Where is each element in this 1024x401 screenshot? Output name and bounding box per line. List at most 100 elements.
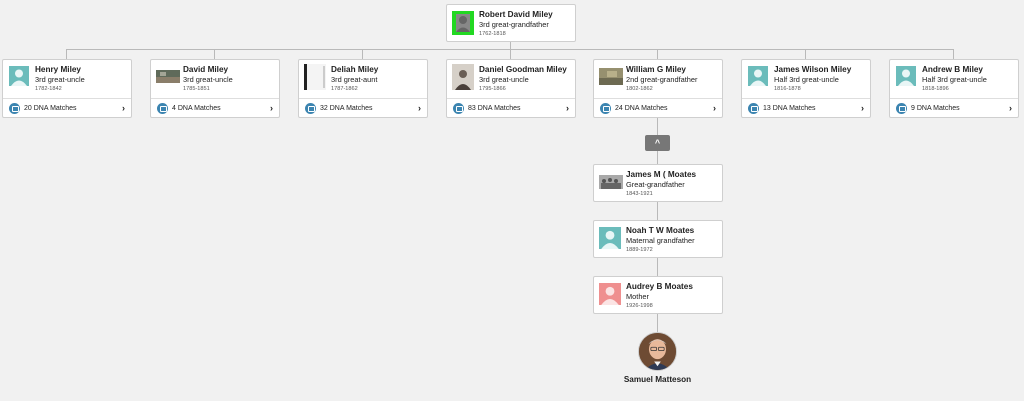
collapse-button[interactable]: ^	[645, 135, 670, 151]
person-photo	[304, 64, 326, 90]
person-card-header: Daniel Goodman Miley 3rd great-uncle 179…	[447, 60, 575, 98]
person-photo	[896, 66, 916, 86]
person-relation: Maternal grandfather	[626, 236, 695, 245]
dna-matches-button[interactable]: 83 DNA Matches ›	[447, 98, 575, 118]
dna-matches-button[interactable]: 13 DNA Matches ›	[742, 98, 870, 118]
person-years: 1926-1998	[626, 303, 653, 309]
person-years: 1816-1878	[774, 86, 801, 92]
chevron-up-icon: ^	[654, 138, 661, 148]
dna-matches-button[interactable]: 4 DNA Matches ›	[151, 98, 279, 118]
avatar-photo	[639, 333, 676, 370]
person-card-root[interactable]: Robert David Miley 3rd great-grandfather…	[446, 4, 576, 42]
person-name: Deliah Miley	[331, 65, 379, 74]
dna-matches-label: 20 DNA Matches	[24, 105, 77, 112]
person-card-header: James M ( Moates Great-grandfather 1843-…	[594, 165, 722, 203]
person-relation: 3rd great-uncle	[183, 75, 233, 84]
person-relation: Half 3rd great-uncle	[774, 75, 839, 84]
dna-matches-button[interactable]: 24 DNA Matches ›	[594, 98, 722, 118]
dna-matches-label: 13 DNA Matches	[763, 105, 816, 112]
person-years: 1785-1851	[183, 86, 210, 92]
person-relation: 2nd great-grandfather	[626, 75, 698, 84]
dna-icon	[9, 103, 20, 114]
person-card-deliah[interactable]: Deliah Miley 3rd great-aunt 1787-1862 32…	[298, 59, 428, 118]
person-card-andrew[interactable]: Andrew B Miley Half 3rd great-uncle 1818…	[889, 59, 1019, 118]
silhouette-icon	[456, 14, 470, 32]
dna-matches-button[interactable]: 20 DNA Matches ›	[3, 98, 131, 118]
person-years: 1762-1818	[479, 31, 506, 37]
person-years: 1795-1866	[479, 86, 506, 92]
person-name: David Miley	[183, 65, 229, 74]
landscape-photo-icon	[156, 70, 180, 83]
person-relation: 3rd great-grandfather	[479, 20, 549, 29]
chevron-right-icon: ›	[861, 103, 864, 113]
person-name: Robert David Miley	[479, 10, 553, 19]
person-card-noah[interactable]: Noah T W Moates Maternal grandfather 188…	[593, 220, 723, 258]
person-card-header: Deliah Miley 3rd great-aunt 1787-1862	[299, 60, 427, 98]
dna-matches-label: 9 DNA Matches	[911, 105, 960, 112]
dna-icon	[453, 103, 464, 114]
person-years: 1802-1862	[626, 86, 653, 92]
person-relation: Mother	[626, 292, 650, 301]
person-card-header: Noah T W Moates Maternal grandfather 188…	[594, 221, 722, 259]
person-name: Audrey B Moates	[626, 282, 693, 291]
person-card-daniel[interactable]: Daniel Goodman Miley 3rd great-uncle 179…	[446, 59, 576, 118]
person-card-audrey[interactable]: Audrey B Moates Mother 1926-1998	[593, 276, 723, 314]
person-card-james-m[interactable]: James M ( Moates Great-grandfather 1843-…	[593, 164, 723, 202]
portrait-photo-icon	[452, 64, 474, 90]
chevron-right-icon: ›	[713, 103, 716, 113]
person-relation: 3rd great-uncle	[35, 75, 85, 84]
tree-view: Robert David Miley 3rd great-grandfather…	[0, 0, 1024, 401]
person-photo	[452, 64, 474, 90]
landscape-photo-icon	[599, 68, 623, 85]
person-card-header: James Wilson Miley Half 3rd great-uncle …	[742, 60, 870, 98]
dna-icon	[748, 103, 759, 114]
person-years: 1889-1972	[626, 247, 653, 253]
silhouette-icon	[750, 69, 766, 86]
person-name: Andrew B Miley	[922, 65, 983, 74]
connector-audrey-self	[657, 313, 658, 333]
silhouette-icon	[898, 69, 914, 86]
person-photo	[599, 175, 623, 189]
dna-matches-button[interactable]: 32 DNA Matches ›	[299, 98, 427, 118]
chevron-right-icon: ›	[418, 103, 421, 113]
dna-icon	[305, 103, 316, 114]
person-card-header: William G Miley 2nd great-grandfather 18…	[594, 60, 722, 98]
person-years: 1843-1921	[626, 191, 653, 197]
self-avatar[interactable]	[638, 332, 677, 371]
person-card-header: David Miley 3rd great-uncle 1785-1851	[151, 60, 279, 98]
person-card-header: Audrey B Moates Mother 1926-1998	[594, 277, 722, 315]
person-name: Noah T W Moates	[626, 226, 695, 235]
document-photo-icon	[304, 64, 326, 90]
silhouette-icon	[601, 230, 619, 249]
person-card-henry[interactable]: Henry Miley 3rd great-uncle 1782-1842 20…	[2, 59, 132, 118]
person-photo	[156, 70, 180, 83]
person-card-david[interactable]: David Miley 3rd great-uncle 1785-1851 4 …	[150, 59, 280, 118]
person-relation: 3rd great-uncle	[479, 75, 529, 84]
dna-matches-button[interactable]: 9 DNA Matches ›	[890, 98, 1018, 118]
person-card-william[interactable]: William G Miley 2nd great-grandfather 18…	[593, 59, 723, 118]
self-name: Samuel Matteson	[623, 375, 692, 384]
chevron-right-icon: ›	[122, 103, 125, 113]
person-card-james-wilson[interactable]: James Wilson Miley Half 3rd great-uncle …	[741, 59, 871, 118]
person-name: James M ( Moates	[626, 170, 697, 179]
chevron-right-icon: ›	[1009, 103, 1012, 113]
person-photo	[9, 66, 29, 86]
person-years: 1782-1842	[35, 86, 62, 92]
dna-matches-label: 83 DNA Matches	[468, 105, 521, 112]
person-photo	[599, 227, 621, 249]
group-photo-icon	[599, 175, 623, 189]
dna-icon	[157, 103, 168, 114]
person-photo	[748, 66, 768, 86]
dna-icon	[896, 103, 907, 114]
person-card-header: Andrew B Miley Half 3rd great-uncle 1818…	[890, 60, 1018, 98]
person-relation: Half 3rd great-uncle	[922, 75, 987, 84]
dna-icon	[600, 103, 611, 114]
chevron-right-icon: ›	[270, 103, 273, 113]
chevron-right-icon: ›	[566, 103, 569, 113]
person-photo	[599, 283, 621, 305]
person-name: Daniel Goodman Miley	[479, 65, 567, 74]
dna-matches-label: 32 DNA Matches	[320, 105, 373, 112]
silhouette-icon	[11, 69, 27, 86]
person-photo	[599, 68, 623, 85]
person-years: 1818-1896	[922, 86, 949, 92]
